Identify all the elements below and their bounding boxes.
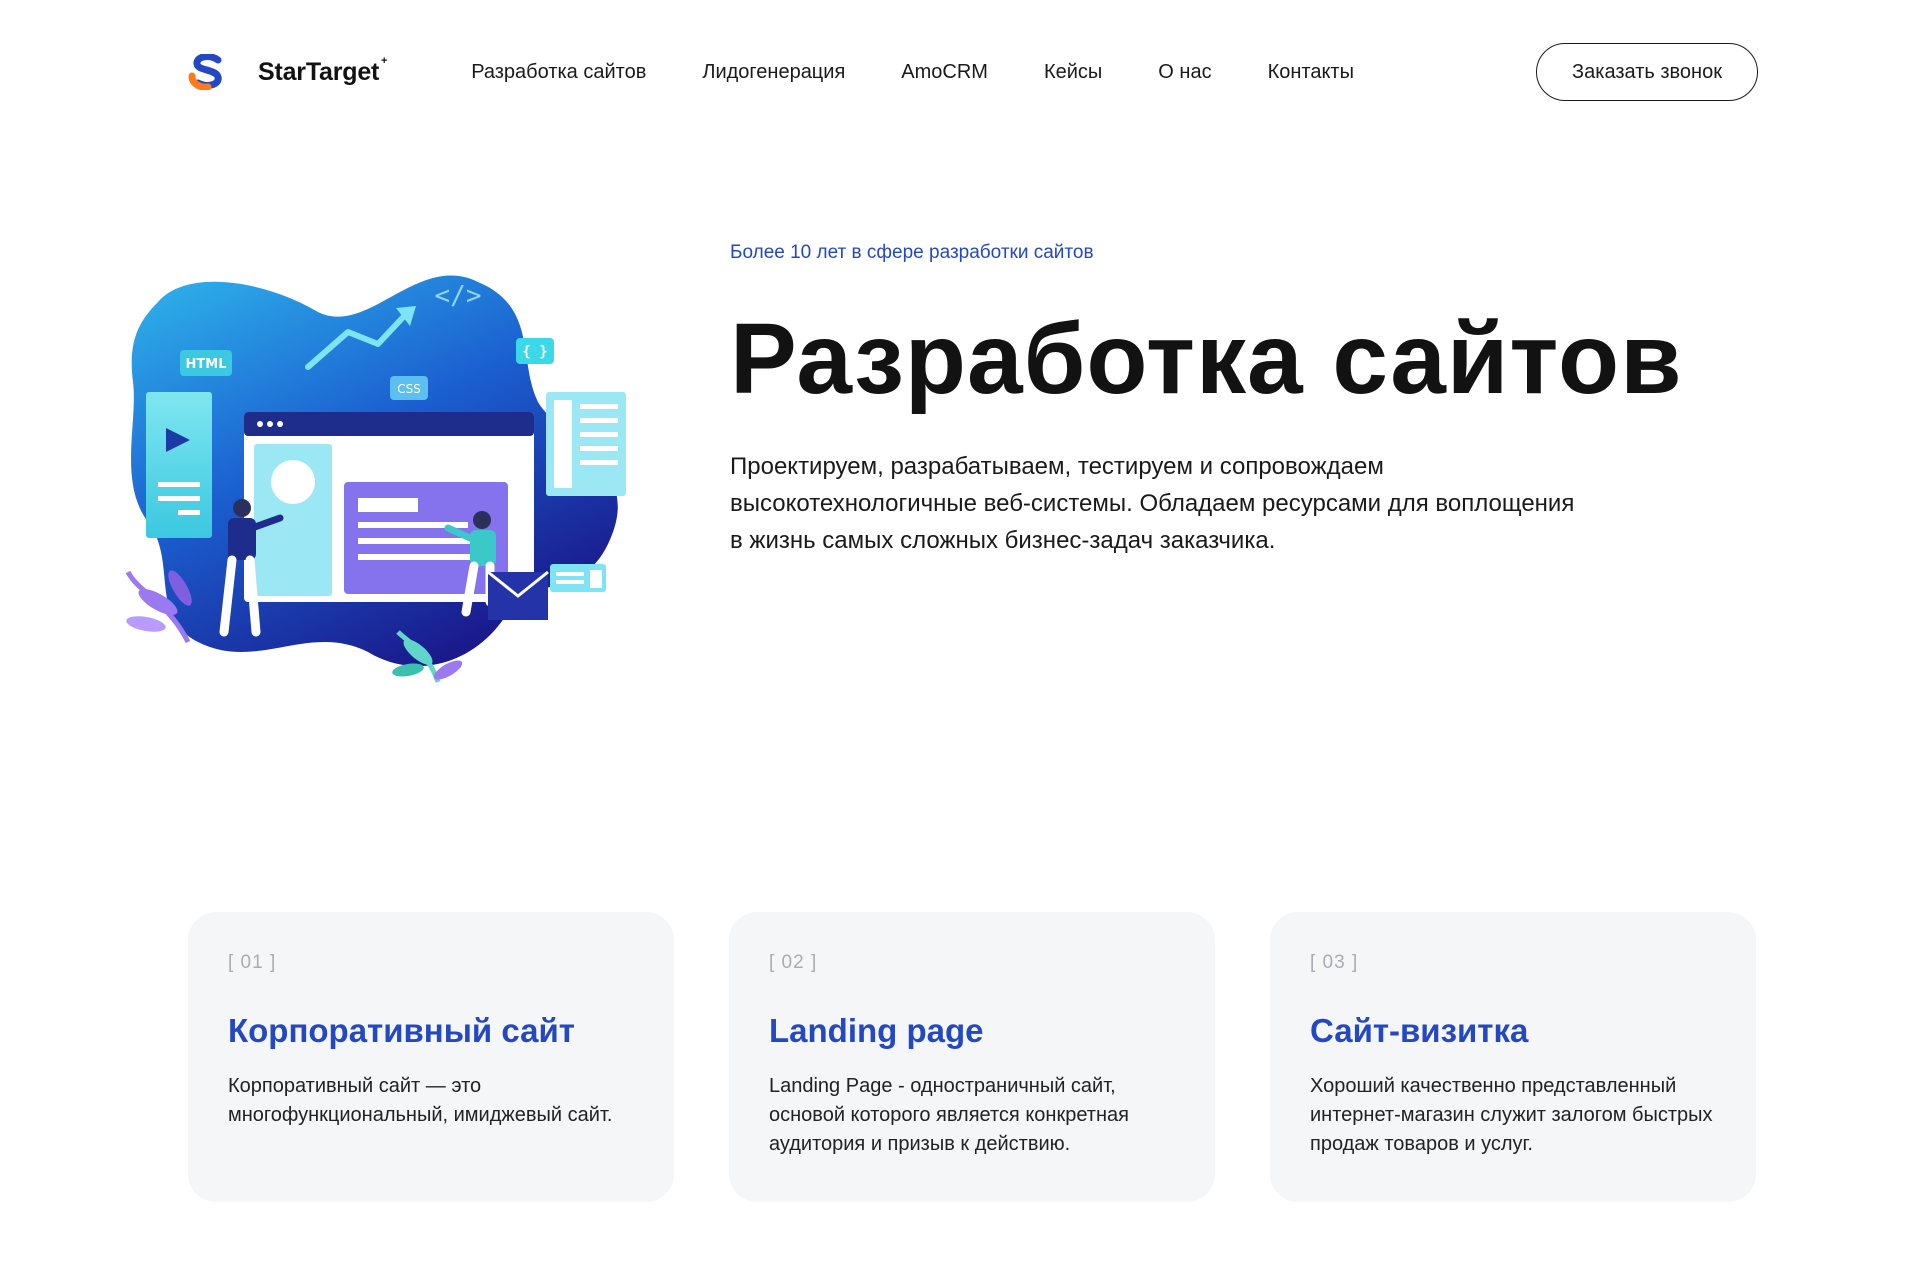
page-title: Разработка сайтов: [730, 303, 1683, 415]
card-title: Landing page: [769, 1012, 984, 1049]
service-cards: [ 01 ] Корпоративный сайт Корпоративный …: [188, 912, 1756, 1202]
page: StarTarget + Разработка сайтов Лидогенера…: [0, 0, 1920, 1280]
nav-web-development[interactable]: Разработка сайтов: [471, 61, 646, 84]
card-description: Корпоративный сайт — это многофункционал…: [228, 1075, 613, 1126]
person-right-body: [470, 530, 496, 566]
card-title: Сайт-визитка: [1310, 1012, 1529, 1049]
hero-eyebrow: Более 10 лет в сфере разработки сайтов: [730, 242, 1094, 263]
logo-text: StarTarget: [258, 57, 380, 86]
css-tag-label: CSS: [397, 382, 421, 396]
service-card-business-card[interactable]: [ 03 ] Сайт-визитка Хороший качественно …: [1270, 912, 1756, 1202]
logo[interactable]: StarTarget +: [188, 54, 387, 90]
person-left-head: [233, 499, 251, 517]
nav-about[interactable]: О нас: [1158, 61, 1211, 84]
html-tag-label: HTML: [186, 357, 227, 372]
logo-icon: [188, 54, 222, 90]
card-index: [ 01 ]: [228, 952, 277, 973]
hero-section: Более 10 лет в сфере разработки сайтов Р…: [730, 242, 1730, 559]
request-call-button[interactable]: Заказать звонок: [1536, 43, 1758, 101]
nav-lead-generation[interactable]: Лидогенерация: [702, 61, 845, 84]
browser-toolbar: [244, 412, 534, 436]
person-right-head: [473, 511, 491, 529]
logo-sup: +: [380, 54, 388, 67]
hero-description: Проектируем, разрабатываем, тестируем и …: [730, 453, 1575, 554]
nav-amocrm[interactable]: AmoCRM: [901, 61, 988, 84]
card-title: Корпоративный сайт: [228, 1012, 575, 1049]
site-header: StarTarget + Разработка сайтов Лидогенера…: [188, 43, 1758, 101]
card-index: [ 03 ]: [1310, 952, 1359, 973]
card-description: Landing Page - одностраничный сайт, осно…: [769, 1075, 1129, 1155]
braces-tag-label: { }: [522, 344, 547, 360]
service-card-landing[interactable]: [ 02 ] Landing page Landing Page - однос…: [729, 912, 1215, 1202]
hero-illustration: HTML CSS { } </>: [125, 275, 626, 683]
service-card-corporate[interactable]: [ 01 ] Корпоративный сайт Корпоративный …: [188, 912, 674, 1202]
card-index: [ 02 ]: [769, 952, 818, 973]
nav-contacts[interactable]: Контакты: [1268, 61, 1354, 84]
person-left-body: [228, 518, 256, 560]
nav-cases[interactable]: Кейсы: [1044, 61, 1102, 84]
card-description: Хороший качественно представленный интер…: [1310, 1075, 1713, 1155]
main-nav: Разработка сайтов Лидогенерация AmoCRM К…: [471, 61, 1354, 84]
avatar-circle: [271, 460, 315, 504]
code-tag-label: </>: [435, 281, 482, 311]
video-card: [146, 392, 212, 538]
